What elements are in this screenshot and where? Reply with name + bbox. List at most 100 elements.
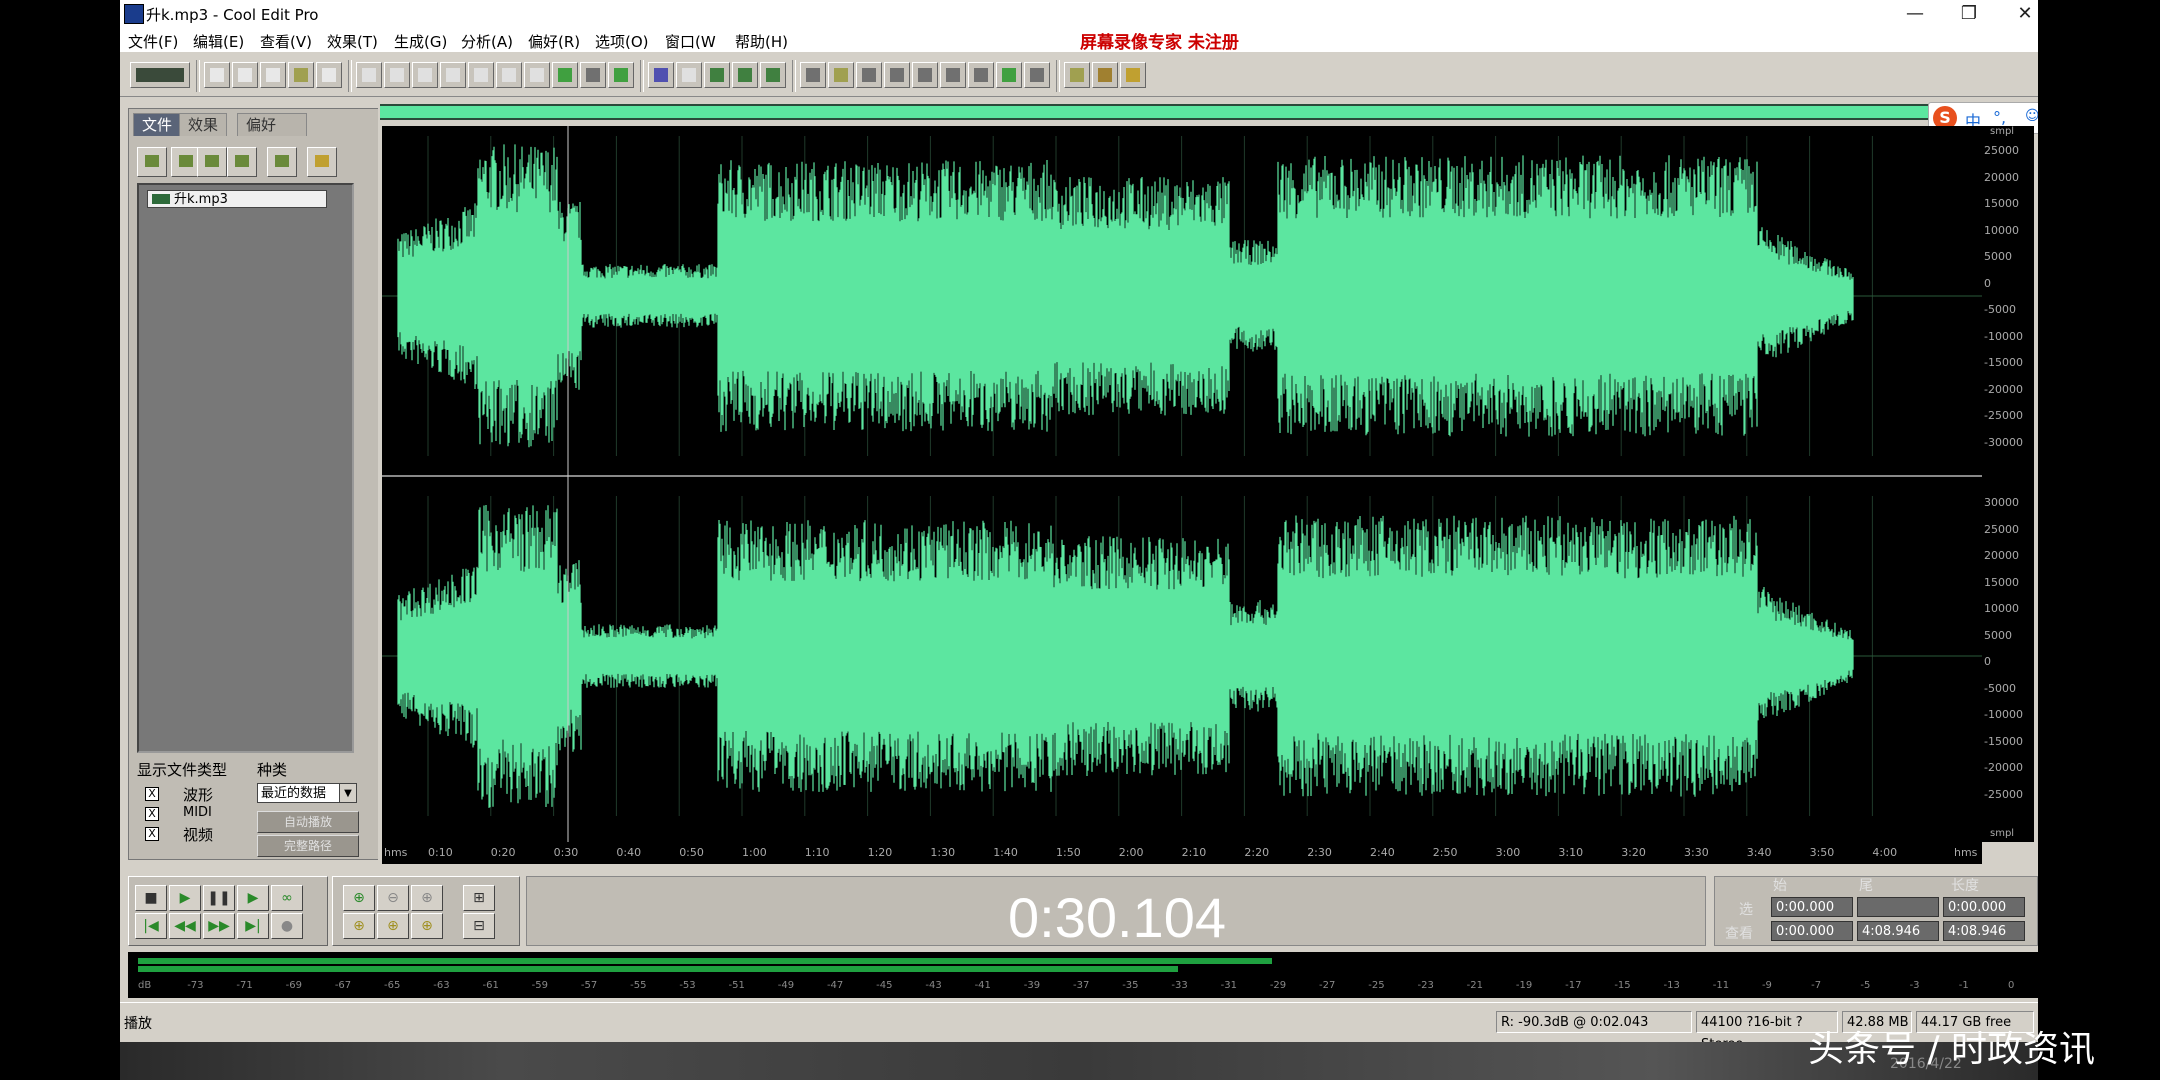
selection-end-field[interactable]	[1857, 897, 1939, 917]
cue-list-button[interactable]	[828, 62, 854, 88]
undo-button[interactable]	[356, 62, 382, 88]
pan-view-button[interactable]	[760, 62, 786, 88]
ime-punct[interactable]: °,	[1993, 108, 2006, 127]
close-file-button[interactable]	[316, 62, 342, 88]
close-icon[interactable]	[227, 147, 257, 177]
auto-play-button[interactable]: 自动播放	[257, 811, 359, 833]
stop-button[interactable]: ■	[135, 885, 167, 911]
menu-generate[interactable]: 生成(G)	[394, 31, 447, 52]
tab-effects[interactable]: 效果	[179, 113, 228, 136]
scale-unit-bottom: smpl	[1990, 828, 2015, 839]
zoom-selection-icon[interactable]: ⊕	[411, 913, 443, 939]
overview-bar[interactable]	[380, 104, 1993, 120]
ime-emoji-icon[interactable]: ☺	[2025, 108, 2038, 124]
menu-edit[interactable]: 编辑(E)	[193, 31, 244, 52]
save-file-button[interactable]	[260, 62, 286, 88]
zoom-in-icon[interactable]: ⊕	[343, 885, 375, 911]
info-button[interactable]	[968, 62, 994, 88]
type-checkbox-video[interactable]: X	[145, 827, 159, 841]
new-file-button[interactable]	[204, 62, 230, 88]
play-button[interactable]: ▶	[169, 885, 201, 911]
kind-select[interactable]: 最近的数据 ▼	[257, 783, 357, 803]
selection-length-field[interactable]: 0:00.000	[1943, 897, 2025, 917]
menu-options[interactable]: 选项(O)	[595, 31, 649, 52]
zoom-right-icon[interactable]: ⊕	[377, 913, 409, 939]
edit-icon[interactable]	[267, 147, 297, 177]
status-bar: 播放 R: -90.3dB @ 0:02.043 44100 ?16-bit ?…	[120, 1002, 2038, 1042]
mix-paste-button[interactable]	[524, 62, 550, 88]
time-ruler[interactable]: hms hms 0:10 0:20 0:30 0:40 0:50 1:00 1:10 1:20…	[382, 842, 1982, 864]
help-button[interactable]	[1120, 62, 1146, 88]
restore-button[interactable]: ❐	[1944, 2, 1994, 26]
full-path-button[interactable]: 完整路径	[257, 835, 359, 857]
insert-button[interactable]	[552, 62, 578, 88]
envelope-button[interactable]	[648, 62, 674, 88]
clip-button[interactable]	[580, 62, 606, 88]
zoom-button[interactable]	[912, 62, 938, 88]
zoom-left-icon[interactable]: ⊕	[343, 913, 375, 939]
trim-button[interactable]	[496, 62, 522, 88]
save-as-button[interactable]	[288, 62, 314, 88]
menu-window[interactable]: 窗口(W	[665, 31, 716, 52]
type-checkbox-midi[interactable]: X	[145, 807, 159, 821]
playlist-button[interactable]	[856, 62, 882, 88]
settings-button[interactable]	[1064, 62, 1090, 88]
play-to-end-button[interactable]: ▶	[237, 885, 269, 911]
pause-button[interactable]: ❚❚	[203, 885, 235, 911]
cut-button[interactable]	[412, 62, 438, 88]
insert-icon[interactable]	[197, 147, 227, 177]
amplitude-tick-label: -25000	[1984, 787, 2023, 801]
file-list[interactable]: 升k.mp3	[137, 183, 354, 753]
waveform-view-button[interactable]	[732, 62, 758, 88]
record-button[interactable]: ●	[271, 913, 303, 939]
type-checkbox-wave[interactable]: X	[145, 787, 159, 801]
rewind-button[interactable]: ◀◀	[169, 913, 201, 939]
view-length-field[interactable]: 4:08.946	[1943, 921, 2025, 941]
tab-files[interactable]: 文件	[133, 113, 182, 136]
paste-button[interactable]	[468, 62, 494, 88]
file-item[interactable]: 升k.mp3	[147, 190, 327, 208]
menu-view[interactable]: 查看(V)	[260, 31, 312, 52]
open-icon[interactable]	[137, 147, 167, 177]
zoom-vertical-in-icon[interactable]: ⊞	[463, 885, 495, 911]
go-end-button[interactable]: ▶|	[237, 913, 269, 939]
zoom-out-icon[interactable]: ⊖	[377, 885, 409, 911]
zoom-vertical-out-icon[interactable]: ⊟	[463, 913, 495, 939]
fast-forward-button[interactable]: ▶▶	[203, 913, 235, 939]
copy-button[interactable]	[440, 62, 466, 88]
view-start-field[interactable]: 0:00.000	[1771, 921, 1853, 941]
properties-button[interactable]	[1092, 62, 1118, 88]
time-tick-label: 4:00	[1872, 846, 1898, 859]
help-icon[interactable]	[307, 147, 337, 177]
time-tick-label: 3:00	[1495, 846, 1521, 859]
go-start-button[interactable]: |◀	[135, 913, 167, 939]
marker-button[interactable]	[1024, 62, 1050, 88]
play-list-button[interactable]	[884, 62, 910, 88]
zoom-full-icon[interactable]: ⊕	[411, 885, 443, 911]
multitrack-toggle-button[interactable]	[130, 62, 190, 88]
menu-analyze[interactable]: 分析(A)	[461, 31, 513, 52]
list-view-button[interactable]	[800, 62, 826, 88]
selection-start-field[interactable]: 0:00.000	[1771, 897, 1853, 917]
menu-file[interactable]: 文件(F)	[128, 31, 178, 52]
time-tick-label: 1:50	[1056, 846, 1081, 859]
close-button[interactable]: ✕	[2000, 2, 2038, 26]
level-tick-label: -19	[1515, 980, 1533, 991]
scale-unit-top: smpl	[1990, 126, 2015, 137]
tab-favorites[interactable]: 偏好	[237, 113, 307, 136]
menu-favorites[interactable]: 偏好(R)	[528, 31, 580, 52]
color-button[interactable]	[996, 62, 1022, 88]
minimize-button[interactable]: —	[1890, 2, 1940, 26]
open-file-button[interactable]	[232, 62, 258, 88]
bpm-button[interactable]	[940, 62, 966, 88]
waveform-display[interactable]	[382, 126, 1982, 842]
menu-effects[interactable]: 效果(T)	[327, 31, 378, 52]
fade-button[interactable]	[676, 62, 702, 88]
view-end-field[interactable]: 4:08.946	[1857, 921, 1939, 941]
time-tick-label: 2:00	[1118, 846, 1144, 859]
spectral-view-button[interactable]	[704, 62, 730, 88]
noise-reduction-button[interactable]	[608, 62, 634, 88]
menu-help[interactable]: 帮助(H)	[735, 31, 788, 52]
redo-button[interactable]	[384, 62, 410, 88]
loop-button[interactable]: ∞	[271, 885, 303, 911]
